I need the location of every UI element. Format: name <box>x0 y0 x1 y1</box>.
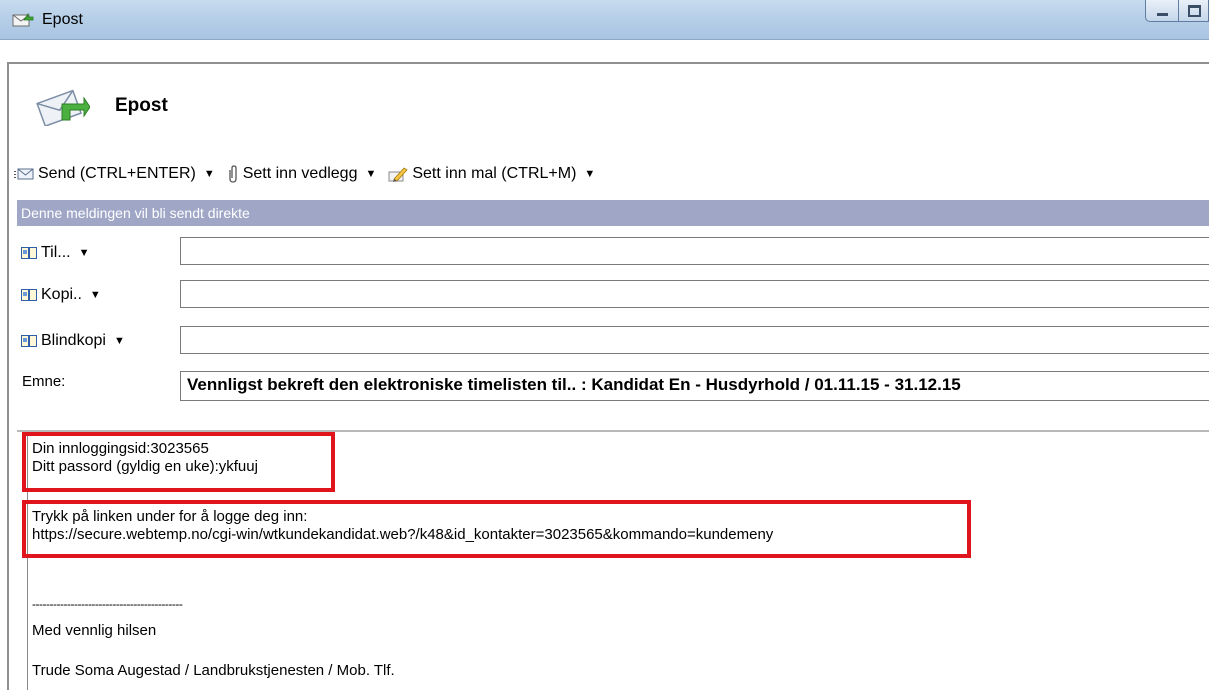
attach-button[interactable]: Sett inn vedlegg ▼ <box>227 165 376 183</box>
cc-label: Kopi.. <box>41 286 82 303</box>
bcc-button[interactable]: Blindkopi ▼ <box>21 328 125 354</box>
info-bar: Denne meldingen vil bli sendt direkte <box>17 200 1209 226</box>
subject-label: Emne: <box>22 373 66 390</box>
cc-button[interactable]: Kopi.. ▼ <box>21 282 101 308</box>
attach-label: Sett inn vedlegg <box>242 165 358 182</box>
send-label: Send (CTRL+ENTER) <box>38 165 196 182</box>
body-line-separator: ----------------------------------------… <box>32 597 183 611</box>
send-icon <box>14 168 34 180</box>
address-book-icon <box>21 335 37 347</box>
send-button[interactable]: Send (CTRL+ENTER) ▼ <box>14 165 215 183</box>
page-title: Epost <box>115 95 168 116</box>
bcc-field[interactable] <box>180 326 1209 354</box>
template-pencil-icon <box>388 167 408 182</box>
page-header: Epost <box>18 74 418 130</box>
toolbar: Send (CTRL+ENTER) ▼ Sett inn vedlegg ▼ S… <box>14 162 607 186</box>
maximize-button[interactable] <box>1179 0 1209 22</box>
chevron-down-icon[interactable]: ▼ <box>114 335 125 347</box>
paperclip-icon <box>229 165 237 183</box>
body-line-signature: Trude Soma Augestad / Landbrukstjenesten… <box>32 662 395 679</box>
address-book-icon <box>21 247 37 259</box>
body-line-greeting: Med vennlig hilsen <box>32 622 157 639</box>
email-app-icon <box>12 12 34 27</box>
to-label: Til... <box>41 244 71 261</box>
window-titlebar[interactable]: Epost <box>0 0 1209 40</box>
subject-field[interactable]: Vennligst bekreft den elektroniske timel… <box>180 371 1209 401</box>
address-book-icon <box>21 289 37 301</box>
chevron-down-icon[interactable]: ▼ <box>584 168 595 180</box>
chevron-down-icon[interactable]: ▼ <box>79 247 90 259</box>
highlight-link-box <box>22 500 971 558</box>
to-field[interactable] <box>180 237 1209 265</box>
chevron-down-icon[interactable]: ▼ <box>365 168 376 180</box>
cc-field[interactable] <box>180 280 1209 308</box>
chevron-down-icon[interactable]: ▼ <box>204 168 215 180</box>
to-button[interactable]: Til... ▼ <box>21 240 90 266</box>
chevron-down-icon[interactable]: ▼ <box>90 289 101 301</box>
template-label: Sett inn mal (CTRL+M) <box>412 165 577 182</box>
bcc-label: Blindkopi <box>41 332 106 349</box>
minimize-button[interactable] <box>1145 0 1179 22</box>
highlight-credentials-box <box>22 432 335 492</box>
insert-template-button[interactable]: Sett inn mal (CTRL+M) ▼ <box>388 165 595 183</box>
envelope-arrow-icon <box>36 89 90 126</box>
window-title: Epost <box>42 11 83 28</box>
